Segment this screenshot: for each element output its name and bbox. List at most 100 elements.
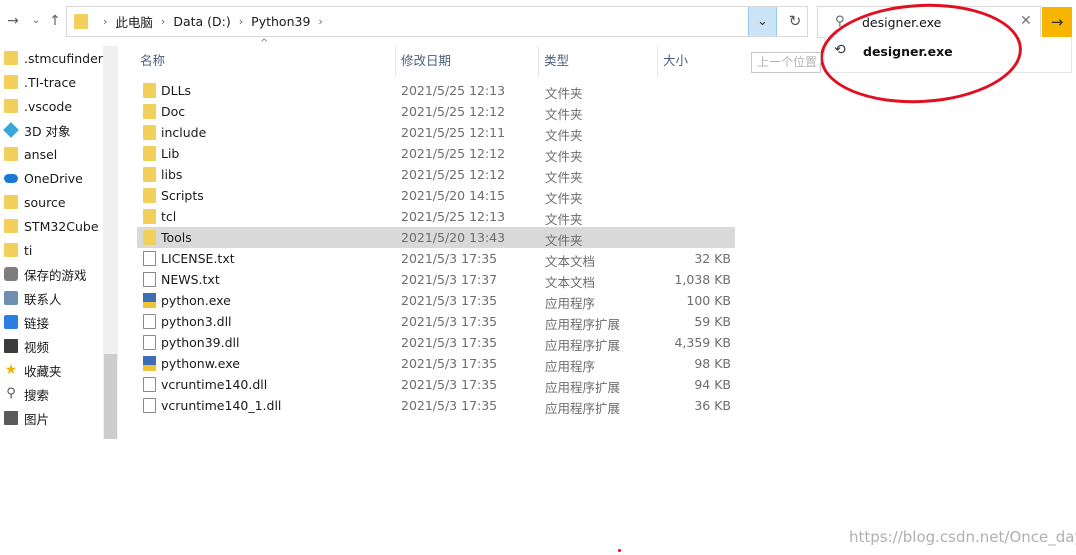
- 3d-objects-icon: [3, 122, 19, 138]
- folder-icon: [143, 83, 156, 98]
- file-size: 4,359 KB: [674, 335, 731, 350]
- column-header-size[interactable]: 大小: [658, 46, 735, 76]
- sidebar-item-label: .stmcufinder: [24, 50, 103, 66]
- folder-icon: [4, 147, 18, 161]
- address-dropdown-button[interactable]: ⌄: [748, 7, 777, 36]
- breadcrumb-item-python39[interactable]: Python39: [251, 14, 310, 29]
- sidebar-item-label: .TI-trace: [24, 74, 77, 90]
- file-row[interactable]: LICENSE.txt 2021/5/3 17:35 文本文档 32 KB: [137, 248, 735, 269]
- file-row[interactable]: Tools 2021/5/20 13:43 文件夹: [137, 227, 735, 248]
- file-row[interactable]: Scripts 2021/5/20 14:15 文件夹: [137, 185, 735, 206]
- chevron-right-icon: ›: [103, 15, 108, 28]
- text-file-icon: [143, 272, 156, 287]
- sidebar-item-contacts[interactable]: 联系人: [0, 287, 103, 309]
- file-name: LICENSE.txt: [161, 251, 235, 266]
- file-name: vcruntime140.dll: [161, 377, 268, 392]
- file-row[interactable]: python39.dll 2021/5/3 17:35 应用程序扩展 4,359 KB: [137, 332, 735, 353]
- file-date: 2021/5/3 17:37: [401, 272, 498, 287]
- sidebar-item-label: 收藏夹: [24, 363, 62, 379]
- file-name: DLLs: [161, 83, 192, 98]
- search-input[interactable]: designer.exe: [862, 15, 941, 30]
- sidebar-item-ti[interactable]: ti: [0, 239, 103, 261]
- file-row[interactable]: DLLs 2021/5/25 12:13 文件夹: [137, 80, 735, 101]
- refresh-icon[interactable]: ↻: [784, 7, 806, 36]
- sidebar-item-favorites[interactable]: ★ 收藏夹: [0, 359, 103, 381]
- scrollbar-thumb[interactable]: [104, 354, 117, 439]
- file-name: python3.dll: [161, 314, 232, 329]
- file-row[interactable]: vcruntime140_1.dll 2021/5/3 17:35 应用程序扩展 36…: [137, 395, 735, 416]
- file-name: tcl: [161, 209, 177, 224]
- file-row[interactable]: libs 2021/5/25 12:12 文件夹: [137, 164, 735, 185]
- file-date: 2021/5/3 17:35: [401, 251, 498, 266]
- folder-icon: [143, 167, 156, 182]
- dll-file-icon: [143, 377, 156, 392]
- search-go-button[interactable]: →: [1042, 7, 1072, 37]
- sidebar-item-links[interactable]: 链接: [0, 311, 103, 333]
- address-bar[interactable]: › 此电脑 › Data (D:) › Python39 › ⌄ ↻: [66, 6, 808, 37]
- breadcrumb-item-drive[interactable]: Data (D:): [173, 14, 230, 29]
- file-row[interactable]: include 2021/5/25 12:11 文件夹: [137, 122, 735, 143]
- file-row[interactable]: Doc 2021/5/25 12:12 文件夹: [137, 101, 735, 122]
- file-date: 2021/5/25 12:11: [401, 125, 506, 140]
- breadcrumb-item-this-pc[interactable]: 此电脑: [115, 12, 153, 31]
- sidebar-item-searches[interactable]: ⚲ 搜索: [0, 383, 103, 405]
- file-name: Lib: [161, 146, 180, 161]
- file-date: 2021/5/20 13:43: [401, 230, 506, 245]
- column-header-date[interactable]: 修改日期: [396, 46, 538, 76]
- sidebar-item-videos[interactable]: 视频: [0, 335, 103, 357]
- search-box[interactable]: ⚲ designer.exe ✕: [817, 6, 1041, 38]
- folder-icon: [4, 195, 18, 209]
- sidebar-item-stm32cube[interactable]: STM32Cube: [0, 215, 103, 237]
- folder-icon: [143, 104, 156, 119]
- sidebar-item-vscode[interactable]: .vscode: [0, 95, 103, 117]
- file-name: libs: [161, 167, 183, 182]
- file-row[interactable]: pythonw.exe 2021/5/3 17:35 应用程序 98 KB: [137, 353, 735, 374]
- dll-file-icon: [143, 314, 156, 329]
- sidebar-item-stmcufinder[interactable]: .stmcufinder: [0, 47, 103, 69]
- file-date: 2021/5/3 17:35: [401, 335, 498, 350]
- sidebar-item-ansel[interactable]: ansel: [0, 143, 103, 165]
- column-header-name[interactable]: 名称: [135, 46, 395, 76]
- file-name: include: [161, 125, 207, 140]
- sidebar-item-ti-trace[interactable]: .TI-trace: [0, 71, 103, 93]
- file-date: 2021/5/3 17:35: [401, 377, 498, 392]
- history-clock-icon: ⟲: [834, 42, 846, 58]
- sidebar-item-label: 保存的游戏: [24, 267, 87, 283]
- sidebar-item-label: 搜索: [24, 387, 50, 403]
- recent-locations-chevron-icon[interactable]: ⌄: [28, 12, 44, 30]
- sidebar-item-pictures[interactable]: 图片: [0, 407, 103, 429]
- file-type: 文本文档: [545, 254, 596, 269]
- folder-icon: [143, 125, 156, 140]
- column-header-type[interactable]: 类型: [539, 46, 657, 76]
- file-row[interactable]: python.exe 2021/5/3 17:35 应用程序 100 KB: [137, 290, 735, 311]
- folder-icon: [4, 51, 18, 65]
- sidebar-scrollbar[interactable]: [103, 46, 118, 439]
- dll-file-icon: [143, 335, 156, 350]
- file-type: 应用程序扩展: [545, 380, 621, 395]
- sidebar-item-3d-objects[interactable]: 3D 对象: [0, 119, 103, 141]
- file-row[interactable]: NEWS.txt 2021/5/3 17:37 文本文档 1,038 KB: [137, 269, 735, 290]
- close-icon[interactable]: ✕: [1020, 13, 1032, 29]
- file-type: 文件夹: [545, 212, 583, 227]
- search-icon: ⚲: [835, 14, 845, 29]
- folder-icon: [74, 14, 88, 29]
- up-arrow-icon[interactable]: ↑: [47, 12, 63, 30]
- file-size: 100 KB: [686, 293, 731, 308]
- file-row[interactable]: tcl 2021/5/25 12:13 文件夹: [137, 206, 735, 227]
- pictures-icon: [4, 411, 18, 425]
- file-type: 应用程序: [545, 296, 596, 311]
- file-date: 2021/5/20 14:15: [401, 188, 506, 203]
- text-file-icon: [143, 251, 156, 266]
- sidebar-item-saved-games[interactable]: 保存的游戏: [0, 263, 103, 285]
- favorites-icon: ★: [4, 362, 18, 378]
- watermark: https://blog.csdn.net/Once_day: [849, 528, 1076, 546]
- sidebar-item-onedrive[interactable]: OneDrive: [0, 167, 103, 189]
- file-row[interactable]: Lib 2021/5/25 12:12 文件夹: [137, 143, 735, 164]
- file-row[interactable]: vcruntime140.dll 2021/5/3 17:35 应用程序扩展 94 K…: [137, 374, 735, 395]
- file-date: 2021/5/3 17:35: [401, 398, 498, 413]
- file-row[interactable]: python3.dll 2021/5/3 17:35 应用程序扩展 59 KB: [137, 311, 735, 332]
- file-name: Tools: [161, 230, 192, 245]
- back-arrow-icon[interactable]: →: [5, 12, 21, 30]
- sidebar-item-source[interactable]: source: [0, 191, 103, 213]
- search-suggestion[interactable]: ⟲ designer.exe: [824, 37, 1072, 73]
